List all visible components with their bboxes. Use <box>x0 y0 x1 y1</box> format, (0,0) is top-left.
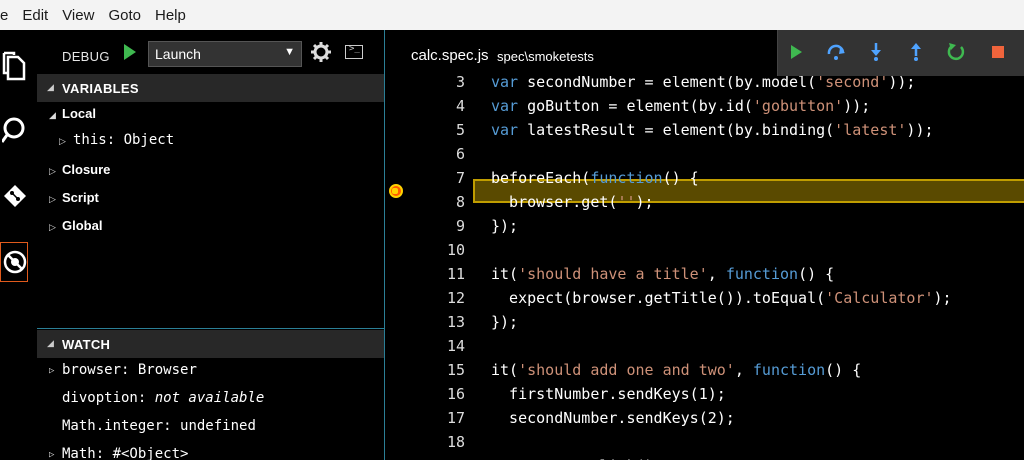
code-line[interactable]: 17 secondNumber.sendKeys(2); <box>385 407 1024 431</box>
line-code: browser.get(''); <box>491 193 654 211</box>
debug-console-icon[interactable]: >_ <box>345 44 363 59</box>
line-number[interactable]: 17 <box>385 409 465 427</box>
collapse-icon: ◢ <box>47 82 54 92</box>
line-code: expect(browser.getTitle()).toEqual('Calc… <box>491 289 952 307</box>
menu-item-view[interactable]: View <box>56 7 102 24</box>
watch-value: #<Object> <box>112 446 189 460</box>
code-line[interactable]: 19 goButton.click(); <box>385 455 1024 460</box>
code-line[interactable]: 8 browser.get(''); <box>385 191 1024 215</box>
watch-title: WATCH <box>62 337 111 352</box>
stop-icon[interactable] <box>988 42 1008 62</box>
expanded-arrow-icon: ◢ <box>49 110 56 120</box>
line-number[interactable]: 5 <box>385 121 465 139</box>
breakpoint-icon[interactable] <box>389 184 403 198</box>
code-line[interactable]: 9}); <box>385 215 1024 239</box>
git-icon[interactable] <box>0 178 30 214</box>
launch-config-value: Launch <box>155 46 201 62</box>
collapsed-arrow-icon: ▷ <box>49 166 56 176</box>
line-number[interactable]: 4 <box>385 97 465 115</box>
explorer-icon[interactable] <box>0 48 30 84</box>
line-code: var goButton = element(by.id('gobutton')… <box>491 97 871 115</box>
line-code: beforeEach(function() { <box>491 169 699 187</box>
watch-name: Math <box>62 446 96 460</box>
step-over-icon[interactable] <box>826 42 846 62</box>
watch-name: Math.integer <box>62 418 164 434</box>
collapsed-arrow-icon: ▷ <box>59 136 66 146</box>
file-tab-title[interactable]: calc.spec.js <box>411 47 489 64</box>
line-code: it('should add one and two', function() … <box>491 361 862 379</box>
line-number[interactable]: 12 <box>385 289 465 307</box>
collapsed-arrow-icon: ▷ <box>49 194 56 204</box>
variables-section-header[interactable]: ◢ VARIABLES <box>37 74 384 102</box>
line-code: firstNumber.sendKeys(1); <box>491 385 726 403</box>
step-out-icon[interactable] <box>906 42 926 62</box>
scope-label: Script <box>62 190 99 205</box>
variable-label: this: Object <box>73 132 175 148</box>
code-editor[interactable]: 3 var secondNumber = element(by.model('se… <box>385 30 1024 460</box>
code-line[interactable]: 11 it('should have a title', function() { <box>385 263 1024 287</box>
code-line[interactable]: 13}); <box>385 311 1024 335</box>
chevron-down-icon: ▼ <box>284 46 295 58</box>
code-line[interactable]: 6 <box>385 143 1024 167</box>
collapsed-arrow-icon: ▷ <box>49 222 56 232</box>
watch-value: Browser <box>137 362 197 378</box>
debug-toolbar: DEBUG Launch ▼ >_ <box>37 30 385 74</box>
variables-title: VARIABLES <box>62 81 139 96</box>
code-line[interactable]: 16 firstNumber.sendKeys(1); <box>385 383 1024 407</box>
file-tab-path: spec\smoketests <box>497 49 594 64</box>
search-icon[interactable] <box>0 112 30 148</box>
start-debugging-icon[interactable] <box>123 43 137 61</box>
code-line[interactable]: 15 it('should add one and two', function(… <box>385 359 1024 383</box>
restart-icon[interactable] <box>946 42 966 62</box>
menu-bar: e Edit View Goto Help <box>0 0 1024 30</box>
collapsed-arrow-icon: ▷ <box>49 450 55 460</box>
line-number[interactable]: 16 <box>385 385 465 403</box>
line-number[interactable]: 13 <box>385 313 465 331</box>
line-code: secondNumber.sendKeys(2); <box>491 409 735 427</box>
debug-controls <box>777 30 1024 76</box>
code-line[interactable]: 7 beforeEach(function() { <box>385 167 1024 191</box>
collapse-icon: ◢ <box>47 338 54 348</box>
step-into-icon[interactable] <box>866 42 886 62</box>
menu-item-goto[interactable]: Goto <box>102 7 149 24</box>
launch-config-select[interactable]: Launch ▼ <box>148 41 302 67</box>
watch-name: browser <box>62 362 122 378</box>
code-line[interactable]: 4 var goButton = element(by.id('gobutton'… <box>385 95 1024 119</box>
line-number[interactable]: 10 <box>385 241 465 259</box>
line-number[interactable]: 11 <box>385 265 465 283</box>
watch-value: not available <box>154 390 265 406</box>
section-divider <box>37 328 384 329</box>
code-line[interactable]: 18 <box>385 431 1024 455</box>
line-code: }); <box>491 217 519 235</box>
gear-icon[interactable] <box>311 42 331 62</box>
watch-name: divoption <box>62 390 138 406</box>
line-number[interactable]: 14 <box>385 337 465 355</box>
scope-label: Local <box>62 106 96 121</box>
continue-icon[interactable] <box>786 42 806 62</box>
debug-icon[interactable] <box>0 244 30 280</box>
line-number[interactable]: 15 <box>385 361 465 379</box>
line-number[interactable]: 6 <box>385 145 465 163</box>
debug-title: DEBUG <box>62 49 110 64</box>
line-number[interactable]: 9 <box>385 217 465 235</box>
line-number[interactable]: 18 <box>385 433 465 451</box>
watch-section-header[interactable]: ◢ WATCH <box>37 330 384 358</box>
scope-label: Closure <box>62 162 111 177</box>
debug-sidebar: DEBUG Launch ▼ >_ ◢ VARIABLES ◢ Local ▷ … <box>37 30 385 460</box>
scope-label: Global <box>62 218 103 233</box>
line-code: it('should have a title', function() { <box>491 265 835 283</box>
menu-item-file[interactable]: e <box>0 7 16 24</box>
line-code: }); <box>491 313 519 331</box>
code-line[interactable]: 5 var latestResult = element(by.binding('… <box>385 119 1024 143</box>
code-line[interactable]: 14 <box>385 335 1024 359</box>
code-area[interactable]: 3 var secondNumber = element(by.model('se… <box>385 30 1024 460</box>
line-code: var latestResult = element(by.binding('l… <box>491 121 934 139</box>
menu-item-help[interactable]: Help <box>149 7 194 24</box>
code-line[interactable]: 10 <box>385 239 1024 263</box>
menu-item-edit[interactable]: Edit <box>16 7 56 24</box>
code-line[interactable]: 12 expect(browser.getTitle()).toEqual('C… <box>385 287 1024 311</box>
activity-bar <box>0 30 37 460</box>
collapsed-arrow-icon: ▷ <box>49 366 55 376</box>
watch-value: undefined <box>180 418 256 434</box>
